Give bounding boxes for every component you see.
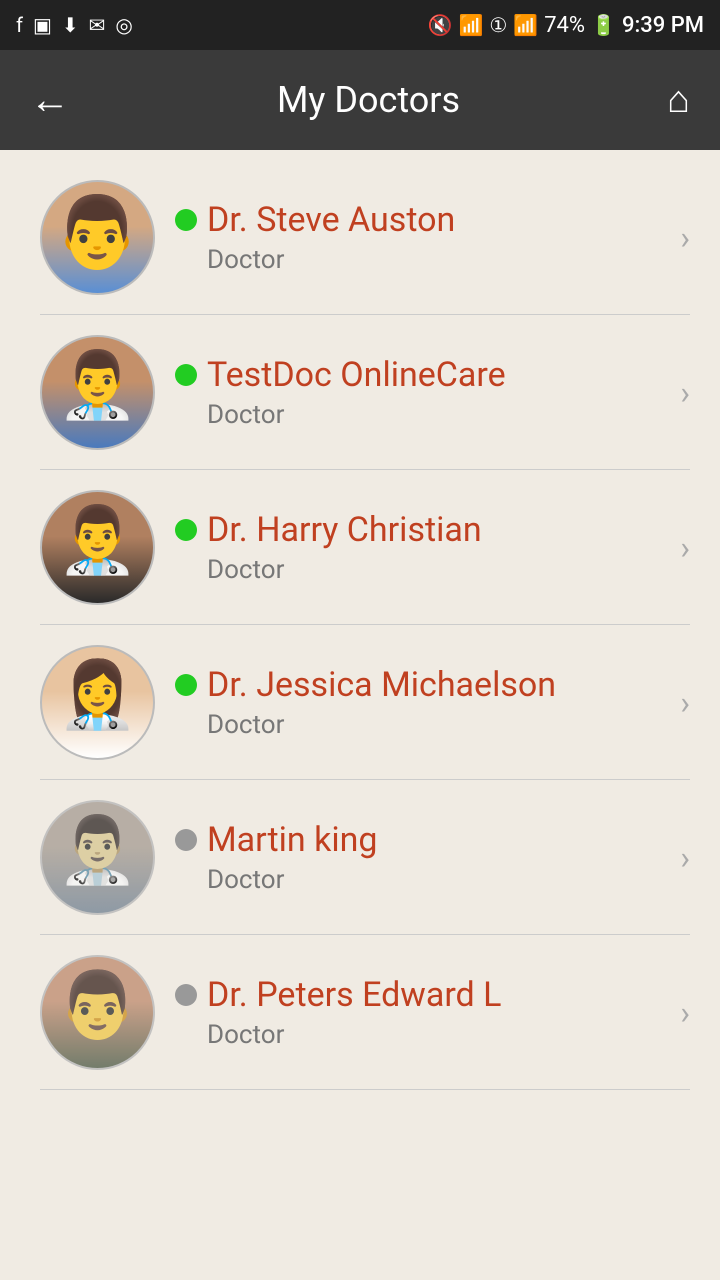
status-dot	[175, 209, 197, 231]
status-bar-right: 🔇 📶 ① 📶 74% 🔋 9:39 PM	[428, 13, 704, 38]
status-dot	[175, 829, 197, 851]
status-dot	[175, 519, 197, 541]
doctor-name-row: TestDoc OnlineCare	[175, 355, 670, 396]
chevron-right-icon: ›	[680, 839, 690, 877]
doctor-name-row: Martin king	[175, 820, 670, 861]
doctor-info: Dr. Harry Christian Doctor	[155, 510, 670, 585]
avatar	[40, 180, 155, 295]
chevron-right-icon: ›	[680, 529, 690, 567]
status-bar: f ▣ ⬇ ✉ ◎ 🔇 📶 ① 📶 74% 🔋 9:39 PM	[0, 0, 720, 50]
chevron-right-icon: ›	[680, 994, 690, 1032]
doctor-name: Dr. Steve Auston	[207, 200, 455, 241]
doctor-role: Doctor	[175, 710, 670, 740]
doctor-info: TestDoc OnlineCare Doctor	[155, 355, 670, 430]
avatar	[40, 800, 155, 915]
doctor-name: Martin king	[207, 820, 378, 861]
doctor-role: Doctor	[175, 555, 670, 585]
doctor-name: Dr. Peters Edward L	[207, 975, 501, 1016]
doctor-name-row: Dr. Jessica Michaelson	[175, 665, 670, 706]
doctor-info: Dr. Steve Auston Doctor	[155, 200, 670, 275]
download-icon: ⬇	[62, 13, 79, 37]
mail-icon: ✉	[89, 13, 106, 37]
status-dot	[175, 984, 197, 1006]
doctor-role: Doctor	[175, 1020, 670, 1050]
avatar	[40, 490, 155, 605]
doctor-info: Martin king Doctor	[155, 820, 670, 895]
doctor-info: Dr. Peters Edward L Doctor	[155, 975, 670, 1050]
list-item[interactable]: Martin king Doctor ›	[0, 780, 720, 935]
mute-icon: 🔇	[428, 13, 453, 37]
list-item[interactable]: TestDoc OnlineCare Doctor ›	[0, 315, 720, 470]
battery-icon: 🔋	[591, 13, 616, 37]
nav-bar: ← My Doctors ⌂	[0, 50, 720, 150]
home-button[interactable]: ⌂	[667, 78, 690, 122]
doctor-name-row: Dr. Harry Christian	[175, 510, 670, 551]
page-title: My Doctors	[277, 79, 460, 121]
doctor-name-row: Dr. Steve Auston	[175, 200, 670, 241]
doctor-name: TestDoc OnlineCare	[207, 355, 506, 396]
status-dot	[175, 364, 197, 386]
signal-icon: 📶	[513, 13, 538, 37]
doctor-list: Dr. Steve AustonDoctor›TestDoc OnlineCar…	[0, 150, 720, 1100]
battery-text: 74%	[544, 13, 585, 38]
avatar	[40, 335, 155, 450]
avatar	[40, 955, 155, 1070]
doctor-name-row: Dr. Peters Edward L	[175, 975, 670, 1016]
image-icon: ▣	[33, 13, 52, 37]
status-dot	[175, 674, 197, 696]
facebook-icon: f	[16, 13, 23, 37]
back-button[interactable]: ←	[30, 80, 70, 120]
list-item[interactable]: Dr. Steve Auston Doctor ›	[0, 160, 720, 315]
doctor-role: Doctor	[175, 245, 670, 275]
wifi-icon: 📶	[458, 13, 483, 37]
avatar	[40, 645, 155, 760]
doctor-role: Doctor	[175, 865, 670, 895]
sim-icon: ①	[489, 13, 507, 37]
chevron-right-icon: ›	[680, 219, 690, 257]
list-item[interactable]: Dr. Harry Christian Doctor ›	[0, 470, 720, 625]
list-item[interactable]: Dr. Peters Edward L Doctor ›	[0, 935, 720, 1090]
doctor-info: Dr. Jessica Michaelson Doctor	[155, 665, 670, 740]
doctor-name: Dr. Harry Christian	[207, 510, 482, 551]
chevron-right-icon: ›	[680, 684, 690, 722]
doctor-name: Dr. Jessica Michaelson	[207, 665, 556, 706]
status-time: 9:39 PM	[622, 13, 704, 38]
list-item[interactable]: Dr. Jessica Michaelson Doctor ›	[0, 625, 720, 780]
instagram-icon: ◎	[115, 13, 132, 37]
chevron-right-icon: ›	[680, 374, 690, 412]
doctor-role: Doctor	[175, 400, 670, 430]
status-bar-icons: f ▣ ⬇ ✉ ◎	[16, 13, 133, 37]
